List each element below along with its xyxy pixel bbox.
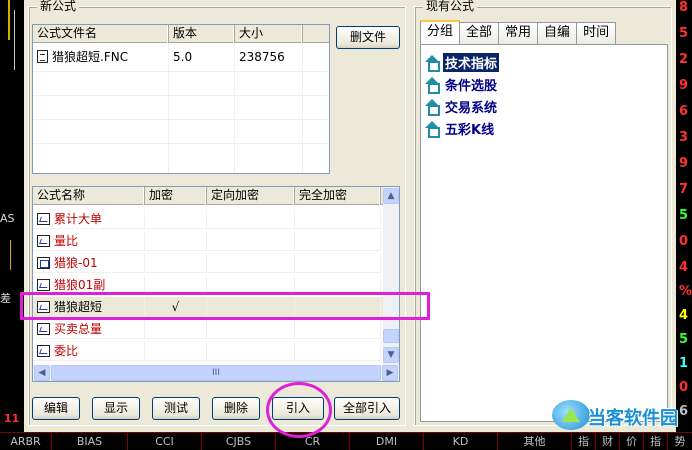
site-logo-icon	[552, 400, 590, 430]
col-encrypt[interactable]: 加密	[145, 187, 207, 205]
indicator-tab-arbr[interactable]: ARBR	[0, 433, 52, 450]
file-size: 238756	[239, 50, 285, 64]
house-icon	[425, 55, 440, 72]
hscroll-thumb[interactable]: III	[51, 365, 381, 381]
formula-list-header: 公式名称 加密 定向加密 完全加密	[33, 187, 383, 205]
delete-button[interactable]: 删除	[212, 397, 260, 420]
tab-custom[interactable]: 自编	[537, 22, 578, 44]
tree-item-colored-kline[interactable]: 五彩K线	[425, 119, 496, 138]
formula-row[interactable]: 累计大单	[33, 209, 383, 229]
formula-tree[interactable]: 技术指标 条件选股 交易系统 五彩K线	[420, 44, 668, 422]
col-formula-name[interactable]: 公式名称	[33, 187, 145, 205]
formula-file-list[interactable]: 公式文件名 版本 大小 猎狼超短.FNC 5.0 238756	[32, 24, 330, 174]
house-icon	[425, 121, 440, 138]
indicator-tab-bar: ARBR BIAS CCI CJBS CR DMI KD 其他 指 财 价 指 …	[0, 432, 692, 450]
new-formula-legend: 新公式	[37, 0, 80, 13]
file-name: 猎狼超短.FNC	[52, 50, 129, 64]
annotation-highlight-row	[20, 292, 430, 320]
vscroll-thumb[interactable]	[383, 329, 399, 343]
tab-all[interactable]: 全部	[459, 22, 500, 44]
house-icon	[425, 77, 440, 94]
formula-list[interactable]: 公式名称 加密 定向加密 完全加密 累计大单 量比 猎狼-01 猎狼01副 猎狼…	[32, 186, 400, 382]
formula-list-vscroll[interactable]: ▲ ▼	[383, 187, 399, 365]
chart-left-strip: AS 差 11	[0, 0, 24, 432]
house-icon	[425, 99, 440, 116]
scroll-down-icon[interactable]: ▼	[383, 347, 399, 363]
annotation-highlight-import	[266, 382, 332, 438]
scroll-left-icon[interactable]: ◀	[34, 365, 50, 381]
indicator-tab-price[interactable]: 价	[620, 433, 644, 450]
chart-icon	[37, 235, 50, 247]
formula-list-rows: 累计大单 量比 猎狼-01 猎狼01副 猎狼超短 √ 买卖总量 委比	[33, 207, 383, 365]
formula-import-dialog: 新公式 公式文件名 版本 大小 猎狼超短.FNC 5.0 238756 删文件 …	[24, 0, 676, 432]
tab-time[interactable]: 时间	[576, 22, 617, 44]
bar-chart-icon	[37, 257, 50, 269]
tree-item-technical-indicators[interactable]: 技术指标	[425, 52, 500, 72]
chart-icon	[37, 213, 50, 225]
file-version: 5.0	[173, 50, 193, 64]
import-all-button[interactable]: 全部引入	[334, 397, 400, 420]
formula-list-hscroll[interactable]: ◀ III ▶	[33, 365, 399, 381]
col-file-name[interactable]: 公式文件名	[33, 25, 169, 43]
indicator-tab-kd[interactable]: KD	[424, 433, 498, 450]
test-button[interactable]: 测试	[152, 397, 200, 420]
indicator-tab-cjbs[interactable]: CJBS	[202, 433, 276, 450]
file-list-header: 公式文件名 版本 大小	[33, 25, 329, 43]
indicator-tab-index[interactable]: 指	[572, 433, 596, 450]
formula-row[interactable]: 猎狼-01	[33, 253, 383, 273]
chart-icon	[37, 279, 50, 291]
document-icon	[37, 50, 48, 63]
col-full-encrypt[interactable]: 完全加密	[295, 187, 381, 205]
show-button[interactable]: 显示	[92, 397, 140, 420]
chart-icon	[37, 323, 50, 335]
indicator-tab-cci[interactable]: CCI	[128, 433, 202, 450]
formula-row[interactable]: 量比	[33, 231, 383, 251]
indicator-tab-finance[interactable]: 财	[596, 433, 620, 450]
indicator-tab-other[interactable]: 其他	[498, 433, 572, 450]
formula-row[interactable]: 买卖总量	[33, 319, 383, 339]
existing-formula-legend: 现有公式	[423, 0, 478, 13]
file-list-rows: 猎狼超短.FNC 5.0 238756	[33, 43, 329, 173]
indicator-tab-bias[interactable]: BIAS	[52, 433, 128, 450]
col-version[interactable]: 版本	[169, 25, 235, 43]
tree-item-stock-screening[interactable]: 条件选股	[425, 75, 499, 94]
tab-common[interactable]: 常用	[498, 22, 539, 44]
chart-label-diff: 差	[0, 292, 11, 305]
site-watermark: 当客软件园	[552, 400, 692, 432]
col-size[interactable]: 大小	[235, 25, 303, 43]
delete-file-button[interactable]: 删文件	[336, 26, 400, 49]
col-directed-encrypt[interactable]: 定向加密	[207, 187, 295, 205]
file-row[interactable]: 猎狼超短.FNC 5.0 238756	[33, 47, 329, 67]
existing-formula-tabs: 分组 全部 常用 自编 时间	[420, 20, 617, 44]
tree-item-trading-system[interactable]: 交易系统	[425, 97, 499, 116]
edit-button[interactable]: 编辑	[32, 397, 80, 420]
indicator-tab-index-2[interactable]: 指	[644, 433, 668, 450]
scroll-up-icon[interactable]: ▲	[383, 188, 399, 204]
formula-row[interactable]: 委比	[33, 341, 383, 361]
scroll-right-icon[interactable]: ▶	[382, 365, 398, 381]
indicator-tab-trend[interactable]: 势	[668, 433, 692, 450]
chart-label-as: AS	[0, 212, 15, 225]
chart-icon	[37, 345, 50, 357]
price-strip-right: 8 5 2 9 6 3 9 7 5 0 4 % 4 5 1 0 6	[676, 0, 692, 432]
indicator-tab-dmi[interactable]: DMI	[350, 433, 424, 450]
tab-group[interactable]: 分组	[420, 20, 461, 44]
